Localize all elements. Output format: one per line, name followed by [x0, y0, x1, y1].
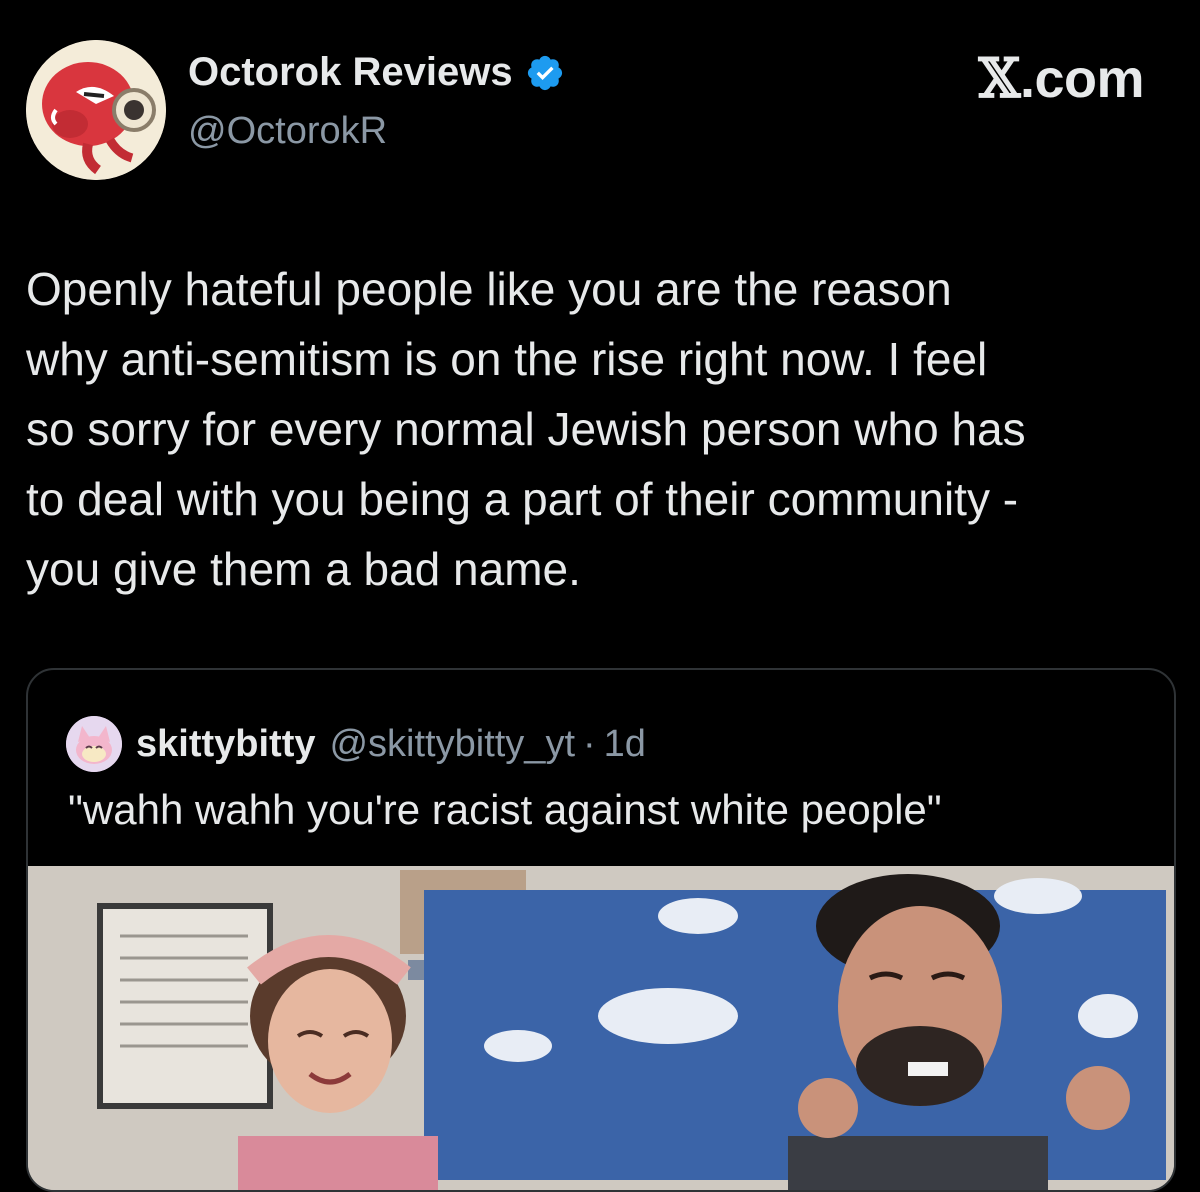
author-avatar[interactable]: [26, 40, 166, 180]
quoted-post-card[interactable]: skittybitty @skittybitty_yt · 1d "wahh w…: [26, 668, 1176, 1192]
post-text-line: why anti-semitism is on the rise right n…: [26, 333, 988, 385]
x-logo-icon: 𝕏: [978, 46, 1021, 110]
author-display-name[interactable]: Octorok Reviews: [188, 50, 565, 95]
quoted-author-name[interactable]: skittybitty: [136, 723, 315, 766]
separator-dot: ·: [583, 722, 596, 765]
post-text-line: so sorry for every normal Jewish person …: [26, 403, 1026, 455]
post-text-line: Openly hateful people like you are the r…: [26, 263, 952, 315]
quoted-author-handle[interactable]: @skittybitty_yt: [329, 723, 575, 766]
brand-suffix: .com: [1019, 49, 1145, 109]
quoted-post-media[interactable]: [28, 866, 1174, 1190]
skitty-avatar-icon: [66, 716, 122, 772]
x-com-brand: 𝕏.com: [978, 46, 1145, 110]
post-header: Octorok Reviews @OctorokR 𝕏.com: [0, 0, 1200, 200]
quoted-post-header: skittybitty @skittybitty_yt · 1d: [66, 716, 646, 772]
author-handle[interactable]: @OctorokR: [188, 110, 387, 153]
octorok-avatar-icon: [26, 40, 166, 180]
classroom-photo-image: [28, 866, 1174, 1190]
author-name-text: Octorok Reviews: [188, 50, 513, 94]
quoted-post-text: "wahh wahh you're racist against white p…: [68, 786, 942, 833]
quoted-post-time[interactable]: 1d: [604, 723, 646, 766]
post-text: Openly hateful people like you are the r…: [26, 254, 1176, 604]
verified-badge-icon[interactable]: [525, 53, 565, 93]
post-text-line: to deal with you being a part of their c…: [26, 473, 1019, 525]
quoted-author-avatar[interactable]: [66, 716, 122, 772]
post-text-line: you give them a bad name.: [26, 543, 581, 595]
